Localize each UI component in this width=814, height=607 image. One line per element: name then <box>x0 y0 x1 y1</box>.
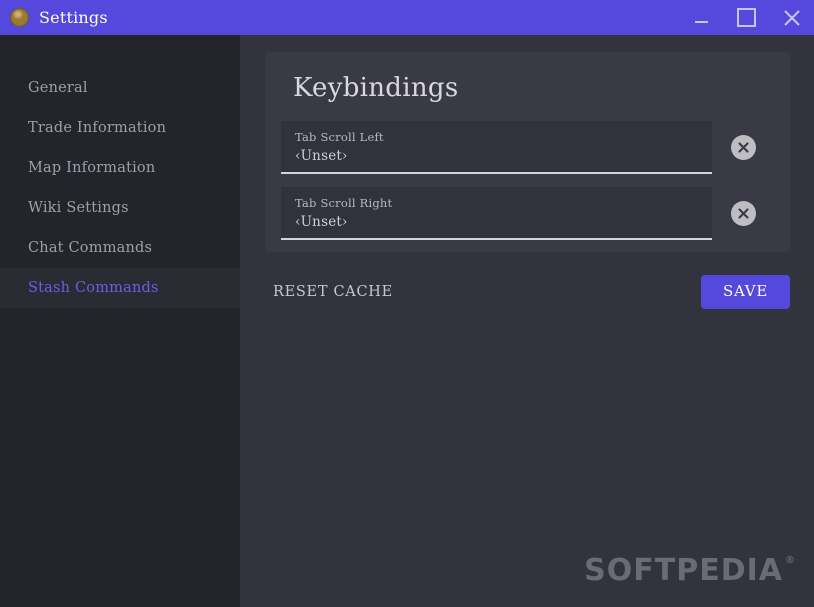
sidebar-item-trade-information[interactable]: Trade Information <box>0 108 240 148</box>
softpedia-watermark: SOFTPEDIA ® <box>584 553 796 588</box>
title-bar: Settings <box>0 0 814 35</box>
keybinding-value: ‹Unset› <box>295 214 348 230</box>
clear-circle-x-icon <box>730 135 756 160</box>
page-title: Keybindings <box>293 73 459 103</box>
reset-cache-button[interactable]: RESET CACHE <box>273 284 393 300</box>
keybindings-card: Keybindings Tab Scroll Left ‹Unset› Tab … <box>265 52 790 252</box>
sidebar-item-stash-commands[interactable]: Stash Commands <box>0 268 240 308</box>
settings-window: Settings General Trade Information Map I… <box>0 0 814 607</box>
keybinding-clear-button[interactable] <box>712 201 774 226</box>
clear-circle-x-icon <box>730 201 756 226</box>
keybinding-label: Tab Scroll Left <box>295 130 384 144</box>
sidebar-item-label: Wiki Settings <box>28 200 129 216</box>
keybinding-clear-button[interactable] <box>712 135 774 160</box>
minimize-icon[interactable] <box>679 0 724 35</box>
sidebar-item-wiki-settings[interactable]: Wiki Settings <box>0 188 240 228</box>
sidebar-item-label: Map Information <box>28 160 156 176</box>
sidebar-item-label: General <box>28 80 88 96</box>
window-title: Settings <box>39 8 108 27</box>
window-body: General Trade Information Map Informatio… <box>0 35 814 607</box>
close-icon[interactable] <box>769 0 814 35</box>
action-bar: RESET CACHE SAVE <box>265 275 790 309</box>
save-button[interactable]: SAVE <box>701 275 790 309</box>
row-divider-spacer <box>281 174 774 187</box>
watermark-registered-mark: ® <box>785 555 796 566</box>
keybinding-field[interactable]: Tab Scroll Left ‹Unset› <box>281 121 712 174</box>
watermark-text: SOFTPEDIA <box>584 553 783 588</box>
keybinding-value: ‹Unset› <box>295 148 348 164</box>
window-controls <box>679 0 814 35</box>
main-content: Keybindings Tab Scroll Left ‹Unset› Tab … <box>240 35 814 607</box>
keybinding-field[interactable]: Tab Scroll Right ‹Unset› <box>281 187 712 240</box>
sidebar-item-chat-commands[interactable]: Chat Commands <box>0 228 240 268</box>
sidebar-item-label: Stash Commands <box>28 280 159 296</box>
sidebar-item-label: Chat Commands <box>28 240 153 256</box>
sidebar-item-map-information[interactable]: Map Information <box>0 148 240 188</box>
keybinding-row-tab-scroll-left: Tab Scroll Left ‹Unset› <box>281 121 774 174</box>
sidebar-item-label: Trade Information <box>28 120 167 136</box>
app-orb-icon <box>10 8 29 27</box>
keybinding-label: Tab Scroll Right <box>295 196 393 210</box>
sidebar-item-general[interactable]: General <box>0 68 240 108</box>
keybinding-row-tab-scroll-right: Tab Scroll Right ‹Unset› <box>281 187 774 240</box>
sidebar-nav: General Trade Information Map Informatio… <box>0 35 240 607</box>
maximize-icon[interactable] <box>724 0 769 35</box>
